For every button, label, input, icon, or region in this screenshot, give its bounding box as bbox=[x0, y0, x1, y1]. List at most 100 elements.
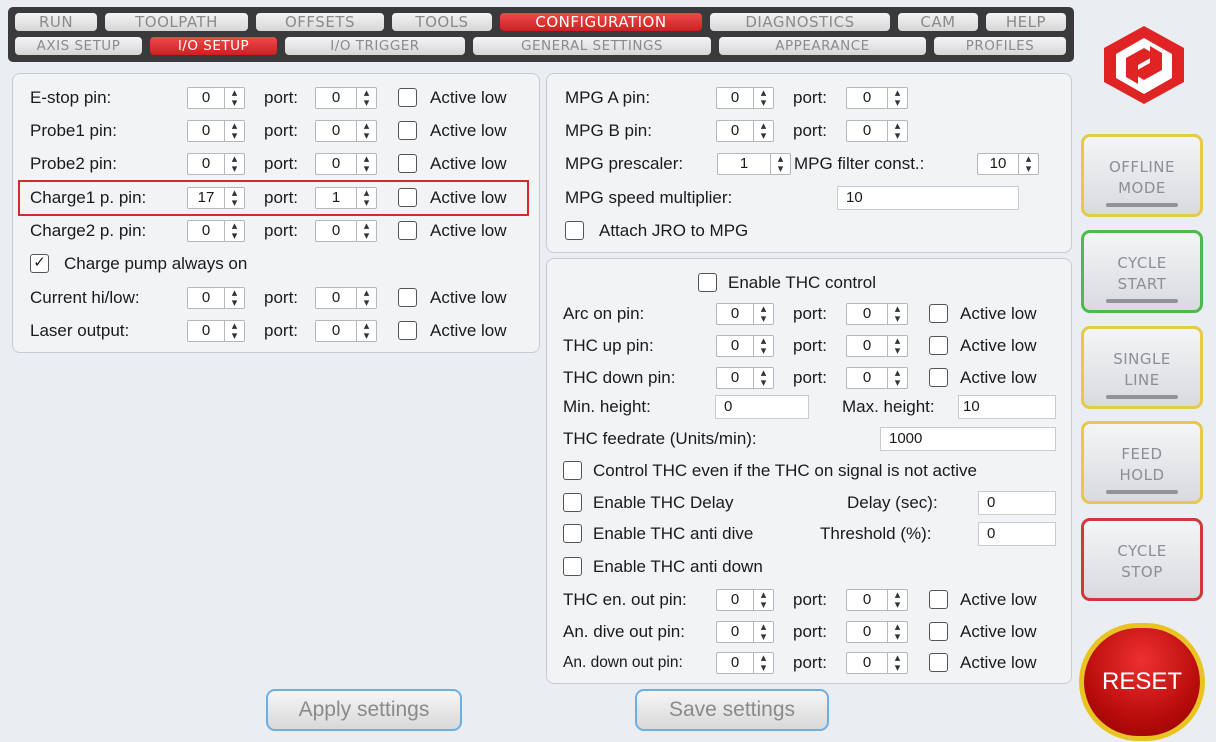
spin-arrows-icon[interactable]: ▴ ▾ bbox=[356, 221, 376, 242]
mpg-a-pin-spinbox[interactable]: 0 ▴ ▾ bbox=[716, 87, 774, 109]
spin-arrows-icon[interactable]: ▴ ▾ bbox=[753, 88, 773, 109]
spin-arrows-icon[interactable]: ▴ ▾ bbox=[753, 336, 773, 357]
down-out-port-spinbox[interactable]: 0 ▴ ▾ bbox=[846, 652, 908, 674]
feed-hold-button[interactable]: FEED HOLD bbox=[1081, 421, 1203, 504]
dive-out-active-low-checkbox[interactable] bbox=[929, 622, 948, 641]
probe1-active-low-checkbox[interactable] bbox=[398, 121, 417, 140]
mpg-a-port-spinbox[interactable]: 0 ▴ ▾ bbox=[846, 87, 908, 109]
tab-cam[interactable]: CAM bbox=[898, 13, 978, 31]
spin-arrows-icon[interactable]: ▴ ▾ bbox=[887, 336, 907, 357]
mpg-speed-input[interactable]: 10 bbox=[837, 186, 1019, 210]
spin-arrows-icon[interactable]: ▴ ▾ bbox=[356, 321, 376, 342]
laser-port-spinbox[interactable]: 0 ▴ ▾ bbox=[315, 320, 377, 342]
save-settings-button[interactable]: Save settings bbox=[635, 689, 829, 731]
charge1-active-low-checkbox[interactable] bbox=[398, 188, 417, 207]
probe1-port-spinbox[interactable]: 0 ▴ ▾ bbox=[315, 120, 377, 142]
charge2-port-spinbox[interactable]: 0 ▴ ▾ bbox=[315, 220, 377, 242]
cycle-stop-button[interactable]: CYCLE STOP bbox=[1081, 518, 1203, 601]
tab-tools[interactable]: TOOLS bbox=[392, 13, 492, 31]
spin-arrows-icon[interactable]: ▴ ▾ bbox=[356, 88, 376, 109]
thc-down-pin-spinbox[interactable]: 0 ▴ ▾ bbox=[716, 367, 774, 389]
spin-arrows-icon[interactable]: ▴ ▾ bbox=[887, 590, 907, 611]
tab-toolpath[interactable]: TOOLPATH bbox=[105, 13, 248, 31]
spin-arrows-icon[interactable]: ▴ ▾ bbox=[224, 321, 244, 342]
reset-button[interactable]: RESET bbox=[1084, 628, 1200, 736]
laser-active-low-checkbox[interactable] bbox=[398, 321, 417, 340]
spin-arrows-icon[interactable]: ▴ ▾ bbox=[887, 88, 907, 109]
spin-arrows-icon[interactable]: ▴ ▾ bbox=[887, 304, 907, 325]
mpg-prescaler-spinbox[interactable]: 1 ▴ ▾ bbox=[717, 153, 791, 175]
current-pin-spinbox[interactable]: 0 ▴ ▾ bbox=[187, 287, 245, 309]
tab-run[interactable]: RUN bbox=[15, 13, 97, 31]
tab-general-settings[interactable]: GENERAL SETTINGS bbox=[473, 37, 711, 55]
thc-en-out-port-spinbox[interactable]: 0 ▴ ▾ bbox=[846, 589, 908, 611]
tab-offsets[interactable]: OFFSETS bbox=[256, 13, 384, 31]
current-active-low-checkbox[interactable] bbox=[398, 288, 417, 307]
spin-arrows-icon[interactable]: ▴ ▾ bbox=[753, 304, 773, 325]
feedrate-input[interactable]: 1000 bbox=[880, 427, 1056, 451]
charge1-pin-spinbox[interactable]: 17 ▴ ▾ bbox=[187, 187, 245, 209]
enable-thc-checkbox[interactable] bbox=[698, 273, 717, 292]
attach-jro-checkbox[interactable] bbox=[565, 221, 584, 240]
spin-arrows-icon[interactable]: ▴ ▾ bbox=[356, 154, 376, 175]
tab-appearance[interactable]: APPEARANCE bbox=[719, 37, 926, 55]
min-height-input[interactable]: 0 bbox=[715, 395, 809, 419]
spin-arrows-icon[interactable]: ▴ ▾ bbox=[887, 653, 907, 674]
spin-arrows-icon[interactable]: ▴ ▾ bbox=[887, 121, 907, 142]
thc-up-active-low-checkbox[interactable] bbox=[929, 336, 948, 355]
enable-thc-delay-checkbox[interactable] bbox=[563, 493, 582, 512]
tab-io-setup[interactable]: I/O SETUP bbox=[150, 37, 277, 55]
tab-io-trigger[interactable]: I/O TRIGGER bbox=[285, 37, 465, 55]
spin-arrows-icon[interactable]: ▴ ▾ bbox=[356, 288, 376, 309]
probe1-pin-spinbox[interactable]: 0 ▴ ▾ bbox=[187, 120, 245, 142]
laser-pin-spinbox[interactable]: 0 ▴ ▾ bbox=[187, 320, 245, 342]
spin-arrows-icon[interactable]: ▴ ▾ bbox=[753, 368, 773, 389]
arc-on-port-spinbox[interactable]: 0 ▴ ▾ bbox=[846, 303, 908, 325]
spin-arrows-icon[interactable]: ▴ ▾ bbox=[224, 154, 244, 175]
enable-anti-down-checkbox[interactable] bbox=[563, 557, 582, 576]
dive-out-port-spinbox[interactable]: 0 ▴ ▾ bbox=[846, 621, 908, 643]
tab-axis-setup[interactable]: AXIS SETUP bbox=[15, 37, 142, 55]
spin-arrows-icon[interactable]: ▴ ▾ bbox=[753, 121, 773, 142]
thc-down-port-spinbox[interactable]: 0 ▴ ▾ bbox=[846, 367, 908, 389]
mpg-b-port-spinbox[interactable]: 0 ▴ ▾ bbox=[846, 120, 908, 142]
tab-diagnostics[interactable]: DIAGNOSTICS bbox=[710, 13, 890, 31]
spin-arrows-icon[interactable]: ▴ ▾ bbox=[770, 154, 790, 175]
mpg-b-pin-spinbox[interactable]: 0 ▴ ▾ bbox=[716, 120, 774, 142]
spin-arrows-icon[interactable]: ▴ ▾ bbox=[224, 221, 244, 242]
probe2-port-spinbox[interactable]: 0 ▴ ▾ bbox=[315, 153, 377, 175]
down-out-pin-spinbox[interactable]: 0 ▴ ▾ bbox=[716, 652, 774, 674]
spin-arrows-icon[interactable]: ▴ ▾ bbox=[1018, 154, 1038, 175]
spin-arrows-icon[interactable]: ▴ ▾ bbox=[224, 121, 244, 142]
spin-arrows-icon[interactable]: ▴ ▾ bbox=[753, 590, 773, 611]
estop-pin-spinbox[interactable]: 0 ▴ ▾ bbox=[187, 87, 245, 109]
mpg-filter-spinbox[interactable]: 10 ▴ ▾ bbox=[977, 153, 1039, 175]
delay-input[interactable]: 0 bbox=[978, 491, 1056, 515]
threshold-input[interactable]: 0 bbox=[978, 522, 1056, 546]
tab-profiles[interactable]: PROFILES bbox=[934, 37, 1066, 55]
offline-mode-button[interactable]: OFFLINE MODE bbox=[1081, 134, 1203, 217]
spin-arrows-icon[interactable]: ▴ ▾ bbox=[224, 88, 244, 109]
spin-arrows-icon[interactable]: ▴ ▾ bbox=[356, 121, 376, 142]
arc-on-active-low-checkbox[interactable] bbox=[929, 304, 948, 323]
thc-en-out-pin-spinbox[interactable]: 0 ▴ ▾ bbox=[716, 589, 774, 611]
charge2-active-low-checkbox[interactable] bbox=[398, 221, 417, 240]
thc-en-out-active-low-checkbox[interactable] bbox=[929, 590, 948, 609]
spin-arrows-icon[interactable]: ▴ ▾ bbox=[887, 622, 907, 643]
charge2-pin-spinbox[interactable]: 0 ▴ ▾ bbox=[187, 220, 245, 242]
probe2-pin-spinbox[interactable]: 0 ▴ ▾ bbox=[187, 153, 245, 175]
thc-up-pin-spinbox[interactable]: 0 ▴ ▾ bbox=[716, 335, 774, 357]
apply-settings-button[interactable]: Apply settings bbox=[266, 689, 462, 731]
cycle-start-button[interactable]: CYCLE START bbox=[1081, 230, 1203, 313]
dive-out-pin-spinbox[interactable]: 0 ▴ ▾ bbox=[716, 621, 774, 643]
control-thc-checkbox[interactable] bbox=[563, 461, 582, 480]
estop-port-spinbox[interactable]: 0 ▴ ▾ bbox=[315, 87, 377, 109]
spin-arrows-icon[interactable]: ▴ ▾ bbox=[224, 288, 244, 309]
charge-pump-always-on-checkbox[interactable]: ✓ bbox=[30, 254, 49, 273]
spin-arrows-icon[interactable]: ▴ ▾ bbox=[224, 188, 244, 209]
probe2-active-low-checkbox[interactable] bbox=[398, 154, 417, 173]
single-line-button[interactable]: SINGLE LINE bbox=[1081, 326, 1203, 409]
tab-configuration[interactable]: CONFIGURATION bbox=[500, 13, 702, 31]
thc-up-port-spinbox[interactable]: 0 ▴ ▾ bbox=[846, 335, 908, 357]
spin-arrows-icon[interactable]: ▴ ▾ bbox=[356, 188, 376, 209]
